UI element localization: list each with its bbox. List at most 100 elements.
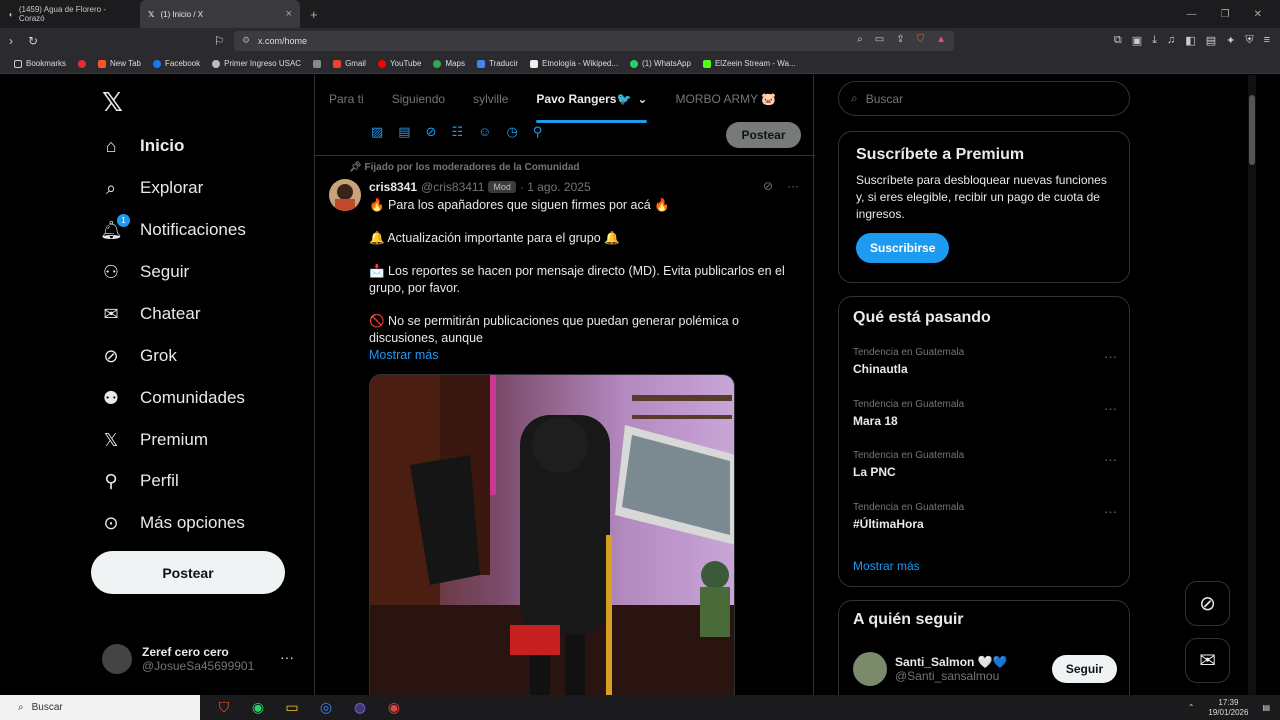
nav-more[interactable]: ⊙ Más opciones [100, 503, 244, 543]
more-icon[interactable]: ··· [1104, 452, 1117, 467]
more-icon[interactable]: ··· [787, 179, 799, 193]
nav-premium[interactable]: 𝕏 Premium [100, 420, 208, 460]
zoom-icon[interactable]: ⌕ [857, 34, 863, 45]
nav-communities[interactable]: ⚉ Comunidades [100, 378, 245, 418]
tab-for-you[interactable]: Para ti [315, 75, 378, 123]
post-author-handle[interactable]: @cris83411 [421, 180, 484, 194]
obs-icon[interactable]: ◉ [384, 698, 404, 718]
trends-show-more[interactable]: Mostrar más [853, 559, 920, 573]
screenshot-icon[interactable]: ▣ [1132, 34, 1142, 47]
bookmark-icon[interactable]: ⚐ [208, 34, 230, 48]
url-field[interactable]: ⚙ x.com/home ⌕ ▭ ⇪ ⛉ ▲ [234, 31, 954, 51]
brave-rewards-icon[interactable]: ▲ [936, 34, 946, 45]
chrome-icon[interactable]: ◎ [316, 698, 336, 718]
forward-icon[interactable]: › [0, 34, 22, 48]
taskbar-search[interactable]: ⌕ Buscar [0, 695, 200, 720]
more-icon[interactable]: ··· [1104, 504, 1117, 519]
subscribe-button[interactable]: Suscribirse [856, 233, 950, 263]
bookmark-item[interactable]: Maps [433, 59, 465, 68]
nav-home[interactable]: ⌂ Inicio [100, 126, 185, 166]
bookmark-item[interactable]: Gmail [333, 59, 366, 68]
trend-item[interactable]: Tendencia en Guatemala #ÚltimaHora ··· [853, 502, 1117, 531]
follow-button[interactable]: Seguir [1052, 655, 1117, 683]
sidebar-icon[interactable]: ◧ [1185, 34, 1195, 47]
search-input[interactable]: ⌕ Buscar [838, 81, 1130, 116]
tab-morbo-army[interactable]: MORBO ARMY 🐷 [661, 75, 790, 123]
tab-following[interactable]: Siguiendo [378, 75, 459, 123]
clock[interactable]: 17:39 19/01/2026 [1208, 698, 1248, 718]
follow-suggestion[interactable]: Santi_Salmon 🤍💙 @Santi_sansalmou Seguir [853, 651, 1117, 687]
scrollbar-thumb[interactable] [1249, 95, 1255, 165]
browser-tab-active[interactable]: 𝕏 (1) Inicio / X × [140, 0, 300, 28]
gif-icon[interactable]: ▤ [398, 124, 410, 140]
close-tab-icon[interactable]: × [286, 8, 292, 20]
whatsapp-icon[interactable]: ◉ [248, 698, 268, 718]
bookmark-item[interactable]: Traducir [476, 59, 518, 68]
extensions-icon[interactable]: ⧉ [1114, 34, 1122, 47]
nav-explore[interactable]: ⌕ Explorar [100, 168, 203, 208]
grok-float-icon[interactable]: ⊘ [1185, 581, 1230, 626]
nav-notifications[interactable]: 🔔︎ 1 Notificaciones [100, 210, 246, 250]
bookmark-item[interactable]: Bookmarks [14, 59, 66, 68]
minimize-icon[interactable]: — [1187, 9, 1197, 20]
post-author-name[interactable]: cris8341 [369, 180, 417, 194]
notification-center-icon[interactable]: ▤ [1262, 703, 1270, 712]
x-logo-icon[interactable]: 𝕏 [102, 87, 123, 118]
image-icon[interactable]: ▨ [371, 124, 383, 140]
browser-tab[interactable]: ◖ (1459) Agua de Florero - Corazó [0, 0, 140, 28]
new-tab-icon[interactable]: + [310, 7, 318, 22]
tab-sylville[interactable]: sylville [459, 75, 522, 123]
compose-post-button[interactable]: Postear [726, 122, 801, 148]
file-explorer-icon[interactable]: ▭ [282, 698, 302, 718]
chevron-up-icon[interactable]: ⌃ [1188, 703, 1195, 712]
messages-float-icon[interactable]: ✉ [1185, 638, 1230, 683]
brave-shield-icon[interactable]: ⛉ [917, 34, 925, 45]
nav-profile[interactable]: ⚲ Perfil [100, 461, 178, 501]
bookmark-item[interactable]: Etnología - Wikiped... [530, 59, 618, 68]
trend-item[interactable]: Tendencia en Guatemala Chinautla ··· [853, 347, 1117, 376]
nav-follow[interactable]: ⚇ Seguir [100, 252, 189, 292]
menu-icon[interactable]: ≡ [1264, 34, 1270, 47]
bookmark-item[interactable]: ElZeein Stream - Wa... [702, 59, 796, 68]
bookmark-item[interactable] [313, 59, 322, 68]
more-icon[interactable]: ··· [1104, 401, 1117, 416]
nav-grok[interactable]: ⊘ Grok [100, 336, 176, 376]
bookmark-item[interactable]: YouTube [377, 59, 421, 68]
discord-icon[interactable]: ◍ [350, 698, 370, 718]
more-icon[interactable]: ··· [280, 649, 294, 665]
download-icon[interactable]: ⤓ [1152, 34, 1157, 47]
account-switcher[interactable]: Zeref cero cero @JosueSa45699901 ··· [102, 635, 312, 683]
nav-chat[interactable]: ✉ Chatear [100, 294, 200, 334]
bookmark-item[interactable]: New Tab [98, 59, 141, 68]
avatar[interactable] [329, 179, 361, 211]
trend-item[interactable]: Tendencia en Guatemala Mara 18 ··· [853, 399, 1117, 428]
bookmark-item[interactable]: Facebook [153, 59, 200, 68]
reload-icon[interactable]: ↻ [22, 34, 44, 48]
post-date[interactable]: · 1 ago. 2025 [520, 180, 591, 194]
grok-icon[interactable]: ⊘ [426, 124, 437, 140]
grok-icon[interactable]: ⊘ [763, 179, 773, 193]
bookmark-item[interactable]: Primer Ingreso USAC [212, 59, 301, 68]
poll-icon[interactable]: ☷ [452, 124, 464, 140]
schedule-icon[interactable]: ◷ [506, 124, 517, 140]
share-icon[interactable]: ⇪ [896, 34, 904, 45]
tab-pavo-rangers[interactable]: Pavo Rangers🐦 ⌄ [522, 75, 661, 123]
more-icon[interactable]: ··· [1104, 349, 1117, 364]
page-scrollbar[interactable] [1248, 75, 1256, 695]
wallet-icon[interactable]: ▤ [1206, 34, 1216, 47]
media-icon[interactable]: ♫ [1167, 34, 1175, 47]
emoji-icon[interactable]: ☺ [478, 124, 491, 140]
close-window-icon[interactable]: ✕ [1254, 9, 1262, 20]
post-image[interactable] [369, 374, 735, 695]
location-icon[interactable]: ⚲ [533, 124, 543, 140]
show-more-link[interactable]: Mostrar más [369, 347, 799, 364]
brave-icon[interactable]: ⛉ [214, 698, 234, 718]
leo-icon[interactable]: ✦ [1226, 34, 1235, 47]
bookmark-item[interactable]: (1) WhatsApp [630, 59, 691, 68]
bookmark-item[interactable] [78, 59, 87, 68]
site-info-icon[interactable]: ⚙ [242, 35, 250, 46]
cast-icon[interactable]: ▭ [875, 34, 884, 45]
post-button[interactable]: Postear [91, 551, 285, 594]
trend-item[interactable]: Tendencia en Guatemala La PNC ··· [853, 450, 1117, 479]
vpn-icon[interactable]: ⛨ [1245, 34, 1253, 47]
